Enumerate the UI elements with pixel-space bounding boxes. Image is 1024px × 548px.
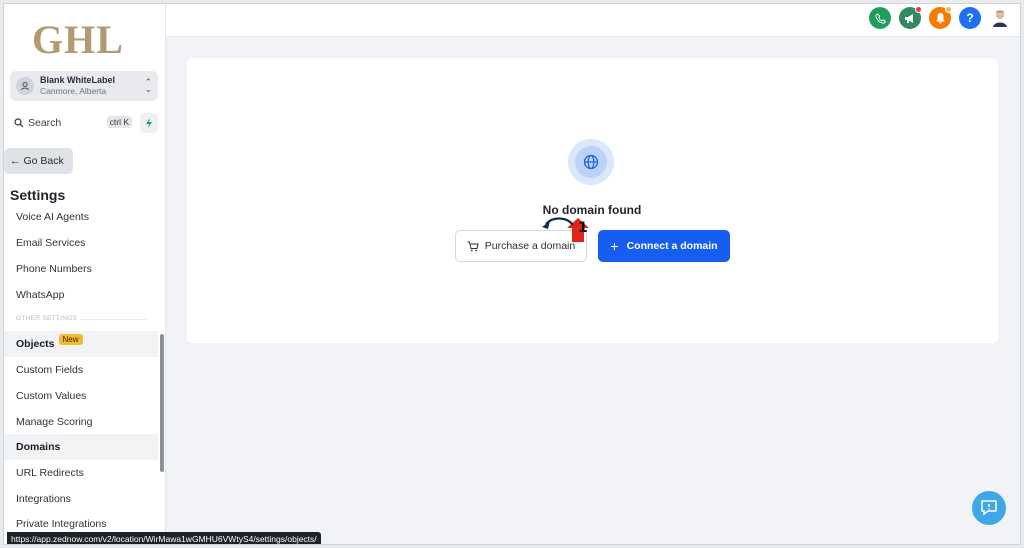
sidebar-item-custom-fields[interactable]: Custom Fields (4, 357, 158, 383)
sidebar-item-domains[interactable]: Domains (4, 434, 158, 460)
account-avatar-icon (16, 77, 34, 95)
sidebar-item-custom-values[interactable]: Custom Values (4, 383, 158, 409)
notification-dot (945, 6, 952, 13)
sidebar-item-phone-numbers[interactable]: Phone Numbers (4, 256, 158, 282)
sidebar-item-voice-ai-agents[interactable]: Voice AI Agents (4, 204, 158, 230)
account-name: Blank WhiteLabel (40, 75, 116, 85)
top-bar: ? (166, 4, 1020, 37)
connect-domain-label: Connect a domain (626, 240, 718, 252)
link-status-bar: https://app.zednow.com/v2/location/WirMa… (7, 532, 321, 544)
empty-state-illustration (568, 139, 614, 185)
settings-heading: Settings (10, 187, 66, 203)
chat-icon (981, 500, 997, 516)
brand-logo[interactable]: GHL (32, 16, 142, 62)
megaphone-icon (905, 13, 913, 23)
sidebar: GHL Blank WhiteLabel Canmore, Alberta ⌃ ⌄… (4, 4, 166, 544)
sidebar-item-url-redirects[interactable]: URL Redirects (4, 460, 158, 486)
curved-arrow-icon (542, 217, 574, 229)
sidebar-scrollbar[interactable] (160, 334, 164, 472)
sidebar-item-objects[interactable]: Objects New (4, 331, 158, 357)
user-avatar[interactable] (989, 7, 1011, 29)
section-divider (80, 319, 148, 320)
app-window: GHL Blank WhiteLabel Canmore, Alberta ⌃ ⌄… (3, 3, 1021, 545)
chevron-updown-icon: ⌃ ⌄ (144, 77, 152, 94)
globe-icon (583, 154, 599, 170)
help-icon: ? (966, 11, 974, 25)
help-button[interactable]: ? (959, 7, 981, 29)
sidebar-item-manage-scoring[interactable]: Manage Scoring (4, 409, 158, 435)
notifications-button[interactable] (929, 6, 952, 29)
purchase-domain-label: Purchase a domain (484, 240, 576, 252)
lightning-icon (146, 118, 152, 128)
notification-dot (915, 6, 922, 13)
sidebar-item-email-services[interactable]: Email Services (4, 230, 158, 256)
go-back-button[interactable]: ← Go Back (4, 148, 73, 174)
phone-button[interactable] (869, 7, 891, 29)
cart-icon (467, 241, 479, 251)
new-badge: New (58, 333, 83, 345)
plus-icon: + (610, 238, 619, 254)
section-label-other-settings: OTHER SETTINGS (16, 315, 78, 322)
domains-card: No domain found Purchase a domain + Conn… (187, 58, 998, 343)
connect-domain-button[interactable]: + Connect a domain (598, 230, 730, 262)
arrow-left-icon: ← (10, 155, 21, 167)
search-input[interactable]: Search ctrl K (10, 113, 132, 133)
sidebar-item-integrations[interactable]: Integrations (4, 486, 158, 512)
bell-icon (935, 13, 945, 24)
sidebar-item-whatsapp[interactable]: WhatsApp (4, 282, 158, 308)
quick-action-button[interactable] (140, 113, 158, 133)
go-back-label: Go Back (23, 155, 64, 167)
search-shortcut: ctrl K (106, 116, 132, 128)
search-label: Search (28, 117, 62, 129)
chat-widget-button[interactable] (972, 491, 1006, 525)
account-location: Canmore, Alberta (40, 86, 107, 96)
phone-icon (874, 12, 886, 24)
user-avatar-icon (993, 10, 1007, 27)
search-icon (14, 118, 24, 128)
announcements-button[interactable] (899, 6, 922, 29)
step-number: 1 (578, 220, 588, 236)
account-switcher[interactable]: Blank WhiteLabel Canmore, Alberta ⌃ ⌄ (10, 71, 158, 101)
